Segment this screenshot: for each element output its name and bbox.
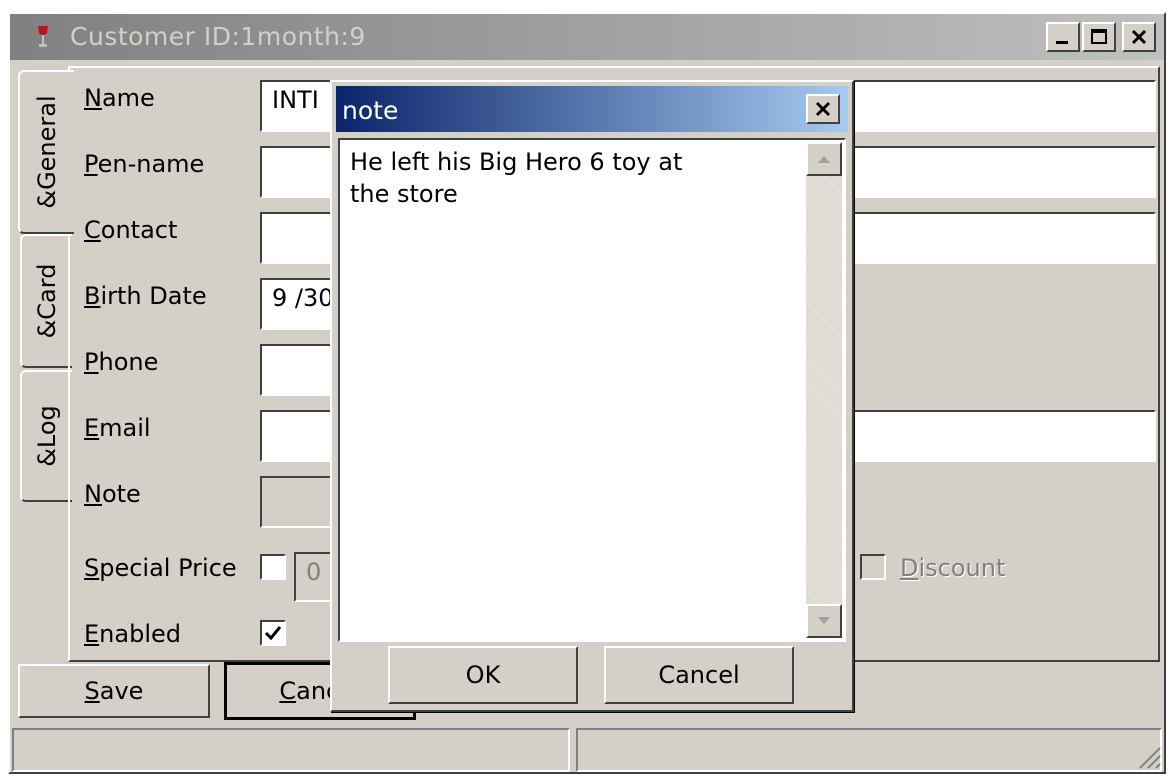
note-label: Note	[84, 480, 141, 508]
resize-grip-icon[interactable]	[1134, 742, 1162, 770]
note-text: He left his Big Hero 6 toy at the store	[350, 148, 683, 208]
dialog-cancel-button[interactable]: Cancel	[604, 646, 794, 704]
status-right	[576, 728, 1162, 772]
close-button[interactable]	[1122, 22, 1156, 52]
arrow-up-icon	[818, 156, 830, 163]
special-price-label: Special Price	[84, 554, 237, 582]
maximize-icon	[1091, 29, 1107, 44]
note-dialog-close-button[interactable]	[806, 94, 840, 124]
minimize-button[interactable]	[1046, 22, 1080, 52]
wine-glass-icon	[38, 26, 48, 47]
note-dialog-title: note	[342, 96, 399, 125]
tab-log-label: &Log	[33, 405, 61, 467]
scroll-down-button[interactable]	[806, 604, 842, 638]
discount-label: Discount	[900, 554, 1006, 582]
note-scrollbar[interactable]	[806, 142, 842, 638]
note-dialog-titlebar[interactable]: note	[336, 86, 848, 132]
status-left	[12, 728, 570, 772]
note-dialog: note He left his Big Hero 6 toy at the s…	[330, 80, 854, 712]
phone-label: Phone	[84, 348, 159, 376]
minimize-icon	[1056, 41, 1068, 44]
contact-label: Contact	[84, 216, 178, 244]
save-button[interactable]: Save	[18, 664, 210, 718]
arrow-down-icon	[818, 617, 830, 624]
tab-general[interactable]: &General	[18, 70, 74, 234]
tab-log[interactable]: &Log	[20, 370, 72, 502]
ok-button[interactable]: OK	[388, 646, 578, 704]
scroll-up-button[interactable]	[806, 142, 842, 176]
enabled-checkbox[interactable]	[260, 620, 286, 646]
enabled-label: Enabled	[84, 620, 181, 648]
window-titlebar[interactable]: Customer ID:1month:9	[10, 14, 1164, 60]
close-icon	[815, 101, 831, 117]
tab-general-label: &General	[33, 95, 61, 209]
maximize-button[interactable]	[1082, 22, 1116, 52]
tab-card[interactable]: &Card	[20, 234, 72, 368]
special-price-checkbox[interactable]	[260, 554, 286, 580]
name-label: Name	[84, 84, 155, 112]
birth-date-label: Birth Date	[84, 282, 207, 310]
pen-name-label: Pen-name	[84, 150, 205, 178]
checkmark-icon	[264, 626, 282, 641]
window-title: Customer ID:1month:9	[70, 22, 366, 51]
close-icon	[1131, 29, 1147, 45]
tab-card-label: &Card	[33, 263, 61, 339]
note-textarea[interactable]: He left his Big Hero 6 toy at the store	[338, 138, 846, 642]
discount-checkbox[interactable]	[860, 554, 886, 580]
email-label: Email	[84, 414, 151, 442]
